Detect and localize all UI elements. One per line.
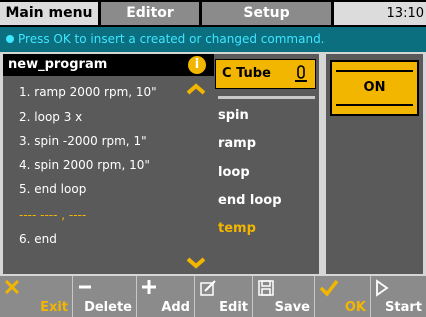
program-panel: new_program i 1. ramp 2000 rpm, 10" 2. l… <box>3 54 214 274</box>
parameter-value: ON <box>363 80 386 95</box>
tab-editor[interactable]: Editor <box>101 2 199 25</box>
parameter-value-box[interactable]: ON <box>330 60 419 116</box>
program-title: new_program <box>8 57 108 72</box>
program-line[interactable]: 3. spin -2000 rpm, 1" <box>19 134 147 148</box>
info-bar: Press OK to insert a created or changed … <box>0 27 426 52</box>
edit-icon <box>200 280 216 296</box>
program-line[interactable]: 4. spin 2000 rpm, 10" <box>19 158 150 172</box>
program-line[interactable]: 6. end <box>19 232 57 246</box>
function-key-bar: Exit Delete Add Edit Save OK Start <box>0 276 426 317</box>
ok-label: OK <box>344 300 366 315</box>
program-line[interactable]: 2. loop 3 x <box>19 110 82 124</box>
command-item[interactable]: spin <box>218 108 249 123</box>
add-button[interactable]: Add <box>136 276 194 317</box>
start-button[interactable]: Start <box>370 276 426 317</box>
ok-button[interactable]: OK <box>314 276 370 317</box>
add-label: Add <box>161 300 190 315</box>
tube-icon <box>295 65 307 82</box>
command-item[interactable]: temp <box>218 221 256 236</box>
clock: 13:10 <box>334 2 426 25</box>
check-icon <box>319 279 339 297</box>
parameter-panel: ON <box>326 54 423 274</box>
exit-button[interactable]: Exit <box>0 276 72 317</box>
command-panel: C Tube spin ramp loop end loop temp <box>214 54 319 274</box>
value-bottom-rule <box>336 104 413 106</box>
delete-label: Delete <box>84 300 132 315</box>
command-divider <box>218 96 315 99</box>
save-icon <box>258 280 274 296</box>
scroll-up-icon[interactable] <box>186 83 206 95</box>
info-message: Press OK to insert a created or changed … <box>18 32 325 46</box>
command-item[interactable]: loop <box>218 165 250 180</box>
selected-command-label: C Tube <box>222 66 271 81</box>
program-insert-marker[interactable]: ---- ---- , ---- <box>19 208 86 222</box>
exit-label: Exit <box>40 300 68 315</box>
tab-setup[interactable]: Setup <box>202 2 331 25</box>
edit-button[interactable]: Edit <box>194 276 252 317</box>
edit-label: Edit <box>219 300 248 315</box>
play-icon <box>376 279 389 297</box>
menu-tab-bar: Main menu Editor Setup 13:10 <box>0 0 426 27</box>
scroll-down-icon[interactable] <box>186 257 206 269</box>
save-label: Save <box>274 300 310 315</box>
value-top-rule <box>336 70 413 72</box>
program-line[interactable]: 5. end loop <box>19 182 86 196</box>
start-label: Start <box>385 300 422 315</box>
tab-main-menu[interactable]: Main menu <box>0 2 98 25</box>
info-icon[interactable]: i <box>188 56 206 74</box>
minus-icon <box>79 285 91 289</box>
command-item[interactable]: end loop <box>218 193 282 208</box>
program-line[interactable]: 1. ramp 2000 rpm, 10" <box>19 85 157 99</box>
save-button[interactable]: Save <box>252 276 314 317</box>
selected-command[interactable]: C Tube <box>215 59 316 89</box>
close-icon <box>4 279 20 295</box>
delete-button[interactable]: Delete <box>72 276 136 317</box>
program-title-bar: new_program i <box>3 54 214 76</box>
command-item[interactable]: ramp <box>218 136 256 151</box>
info-bullet-icon <box>6 35 14 43</box>
plus-icon <box>142 280 156 294</box>
editor-area: new_program i 1. ramp 2000 rpm, 10" 2. l… <box>0 52 426 276</box>
